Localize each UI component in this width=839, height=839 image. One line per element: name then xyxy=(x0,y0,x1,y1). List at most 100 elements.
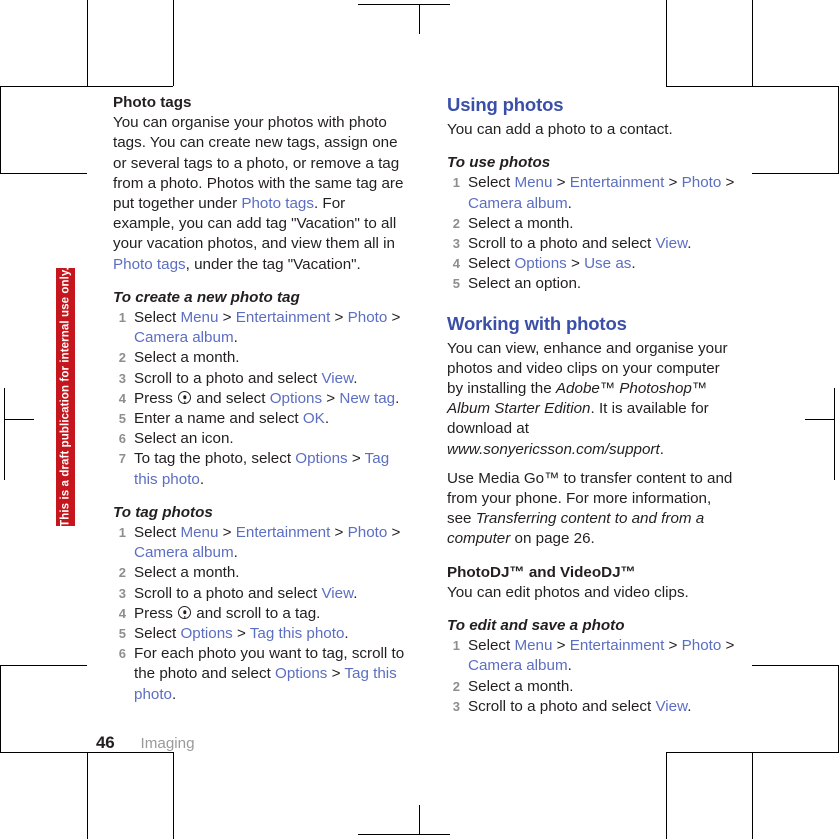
steps-create-tag: Select Menu > Entertainment > Photo > Ca… xyxy=(113,308,408,490)
ui-link-camera-album[interactable]: Camera album xyxy=(134,544,234,561)
ui-link-photo[interactable]: Photo xyxy=(682,637,722,654)
text-run: . xyxy=(233,544,238,562)
ui-link-menu[interactable]: Menu xyxy=(514,637,552,654)
ui-link-view[interactable]: View xyxy=(321,585,353,602)
separator: > xyxy=(552,637,570,655)
paragraph-photo-tags: You can organise your photos with photo … xyxy=(113,113,408,275)
right-text-column: Using photos You can add a photo to a co… xyxy=(447,93,737,717)
heading-working-with-photos: Working with photos xyxy=(447,312,627,334)
crop-mark-br-h3 xyxy=(666,752,752,753)
page-number: 46 xyxy=(96,733,115,752)
text-run: . xyxy=(631,255,636,273)
ui-link-photo-tags-2[interactable]: Photo tags xyxy=(113,256,186,273)
crop-mark-br-v3 xyxy=(666,752,667,839)
ui-link-options[interactable]: Options xyxy=(275,665,327,682)
list-item: Select a month. xyxy=(113,348,408,369)
chapter-name: Imaging xyxy=(140,735,195,752)
paragraph-working-with-photos-2: Use Media Go™ to transfer content to and… xyxy=(447,469,737,550)
text-run: Select an icon. xyxy=(134,430,234,448)
list-item: Select Menu > Entertainment > Photo > Ca… xyxy=(113,308,408,348)
text-run: . xyxy=(659,440,664,458)
list-item: For each photo you want to tag, scroll t… xyxy=(113,644,408,705)
crop-mark-left-center-v xyxy=(4,388,5,480)
document-page: This is a draft publication for internal… xyxy=(0,0,839,839)
ui-link-view[interactable]: View xyxy=(655,698,687,715)
crop-mark-br-v1 xyxy=(752,752,753,839)
crop-mark-tr-h1 xyxy=(752,86,839,87)
text-run: . xyxy=(395,389,400,407)
support-url[interactable]: www.sonyericsson.com/support xyxy=(447,441,660,458)
text-run: Scroll to a photo and select xyxy=(468,235,656,253)
separator: > xyxy=(330,524,348,542)
ui-link-photo-tags-1[interactable]: Photo tags xyxy=(241,195,314,212)
ui-link-menu[interactable]: Menu xyxy=(180,524,218,541)
text-run: and scroll to a tag. xyxy=(192,604,321,622)
list-item: Select a month. xyxy=(447,677,737,698)
ui-link-entertainment[interactable]: Entertainment xyxy=(236,524,331,541)
ui-link-camera-album[interactable]: Camera album xyxy=(468,195,568,212)
text-run: and select xyxy=(192,389,270,407)
text-run: on page 26. xyxy=(510,530,595,548)
crop-mark-left-center-h xyxy=(4,419,34,420)
steps-use-photos: Select Menu > Entertainment > Photo > Ca… xyxy=(447,173,737,295)
crop-mark-right-center-v xyxy=(834,388,835,480)
ui-link-options[interactable]: Options xyxy=(514,255,566,272)
ui-link-options[interactable]: Options xyxy=(295,450,347,467)
text-run: Select a month. xyxy=(134,349,240,367)
ui-link-view[interactable]: View xyxy=(655,235,687,252)
ui-link-entertainment[interactable]: Entertainment xyxy=(570,174,665,191)
ui-link-tag-this-photo[interactable]: Tag this photo xyxy=(250,625,345,642)
text-run: . xyxy=(687,235,692,253)
ui-link-photo[interactable]: Photo xyxy=(682,174,722,191)
ui-link-photo[interactable]: Photo xyxy=(348,524,388,541)
ui-link-options[interactable]: Options xyxy=(180,625,232,642)
text-run: , under the tag "Vacation". xyxy=(185,255,361,273)
text-run: . xyxy=(567,194,572,212)
text-run: . xyxy=(324,410,330,428)
crop-mark-bl-h2 xyxy=(0,665,87,666)
ui-link-camera-album[interactable]: Camera album xyxy=(468,657,568,674)
separator: > xyxy=(721,637,735,655)
text-run: . xyxy=(233,329,238,347)
list-item: To tag the photo, select Options > Tag t… xyxy=(113,449,408,489)
crop-mark-tl-v1 xyxy=(87,0,88,86)
text-run: . xyxy=(199,470,205,488)
list-item: Select Menu > Entertainment > Photo > Ca… xyxy=(447,636,737,676)
separator: > xyxy=(552,174,570,192)
list-item: Select a month. xyxy=(447,214,737,235)
ui-link-entertainment[interactable]: Entertainment xyxy=(570,637,665,654)
steps-tag-photos: Select Menu > Entertainment > Photo > Ca… xyxy=(113,523,408,705)
text-run: To tag the photo, select xyxy=(134,450,296,468)
text-run: Select xyxy=(134,309,181,327)
steps-edit-save-photo: Select Menu > Entertainment > Photo > Ca… xyxy=(447,636,737,717)
ui-link-menu[interactable]: Menu xyxy=(514,174,552,191)
crop-mark-bottom-center-h xyxy=(358,834,450,835)
heading-to-create-a-new-photo-tag: To create a new photo tag xyxy=(113,288,300,306)
ui-link-ok[interactable]: OK xyxy=(303,410,325,427)
ui-link-photo[interactable]: Photo xyxy=(348,309,388,326)
separator: > xyxy=(218,524,236,542)
text-run: . xyxy=(687,697,692,715)
heading-photo-tags: Photo tags xyxy=(113,94,192,111)
ui-link-options[interactable]: Options xyxy=(270,390,322,407)
ui-link-new-tag[interactable]: New tag xyxy=(339,390,395,407)
ui-link-entertainment[interactable]: Entertainment xyxy=(236,309,331,326)
crop-mark-tr-h3 xyxy=(666,86,752,87)
crop-mark-tr-h2 xyxy=(752,173,839,174)
ui-link-use-as[interactable]: Use as xyxy=(584,255,631,272)
list-item: Select Menu > Entertainment > Photo > Ca… xyxy=(447,173,737,213)
ui-link-camera-album[interactable]: Camera album xyxy=(134,329,234,346)
ui-link-view[interactable]: View xyxy=(321,370,353,387)
crop-mark-br-h1 xyxy=(752,752,839,753)
separator: > xyxy=(327,665,345,683)
heading-to-edit-and-save-a-photo: To edit and save a photo xyxy=(447,617,625,635)
ui-link-menu[interactable]: Menu xyxy=(180,309,218,326)
text-run: . xyxy=(344,625,349,643)
text-run: Select a month. xyxy=(468,677,574,695)
text-run: . xyxy=(567,657,572,675)
text-run: . xyxy=(353,584,358,602)
